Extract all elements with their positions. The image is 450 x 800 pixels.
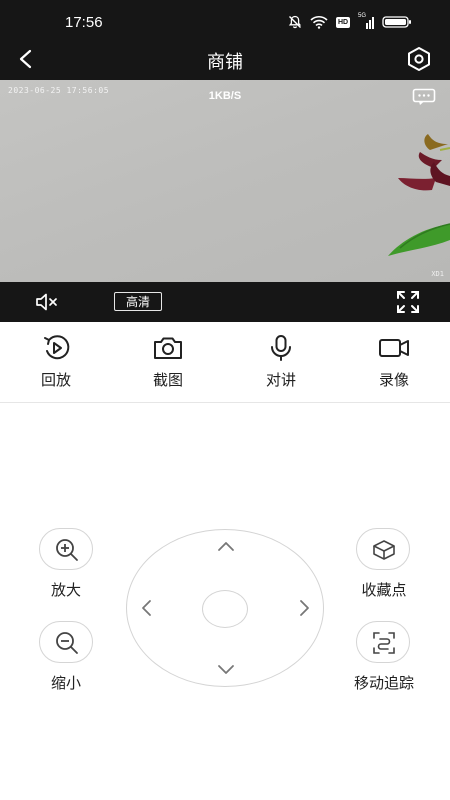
video-record-icon [379,339,409,357]
signal-5g-icon: 5G [358,13,374,29]
mute-bell-icon [288,15,302,29]
cube-icon [373,540,395,560]
zoom-in-button[interactable] [39,528,93,570]
arrow-down-icon[interactable] [215,658,237,680]
record-label: 录像 [378,371,409,389]
channel-label: XD1 [431,270,444,278]
action-row: 回放 截图 对讲 录像 [0,322,450,403]
playback-button[interactable]: 回放 [16,334,96,390]
fullscreen-icon[interactable] [396,290,420,314]
microphone-icon [271,335,291,361]
screenshot-button[interactable]: 截图 [128,334,208,390]
zoom-out-button[interactable] [39,621,93,663]
zoom-out-icon [56,632,78,654]
page-title: 商铺 [207,52,243,73]
zoom-out-label: 缩小 [50,674,81,692]
quality-toggle[interactable]: 高清 [114,292,162,311]
hd-icon: HD [336,16,350,28]
motion-track-icon [373,632,395,654]
screenshot-label: 截图 [152,371,183,389]
intercom-button[interactable]: 对讲 [241,334,321,390]
status-bar: 17:56 HD 5G [0,0,450,38]
speaker-mute-icon[interactable] [34,291,60,313]
top-nav-bar: 商铺 [0,38,450,80]
playback-label: 回放 [40,371,71,389]
battery-icon [382,16,411,28]
intercom-label: 对讲 [265,371,296,389]
record-button[interactable]: 录像 [354,334,434,390]
ptz-joystick[interactable] [126,529,324,687]
live-video-view[interactable]: 2023-06-25 17:56:05 1KB/S XD1 [0,80,450,282]
settings-hex-icon[interactable] [406,46,432,72]
camera-icon [154,337,182,359]
playback-icon [44,335,70,360]
motion-track-label: 移动追踪 [353,674,414,692]
status-icons: HD 5G [288,13,412,30]
video-control-bar: 高清 [0,282,450,322]
favorite-point-label: 收藏点 [361,581,407,599]
video-scene-plant [388,134,450,256]
message-icon[interactable] [412,88,436,106]
wifi-icon [310,16,328,29]
motion-track-button[interactable] [356,621,410,663]
joystick-center[interactable] [202,590,248,628]
bitrate-label: 1KB/S [208,90,242,102]
zoom-in-label: 放大 [50,581,81,599]
ptz-control-area: 放大 缩小 收藏点 移动追踪 [0,402,450,800]
status-time: 17:56 [65,14,103,31]
favorite-point-button[interactable] [356,528,410,570]
arrow-left-icon[interactable] [136,597,158,619]
arrow-right-icon[interactable] [293,597,315,619]
zoom-in-icon [56,539,78,561]
arrow-up-icon[interactable] [215,536,237,558]
